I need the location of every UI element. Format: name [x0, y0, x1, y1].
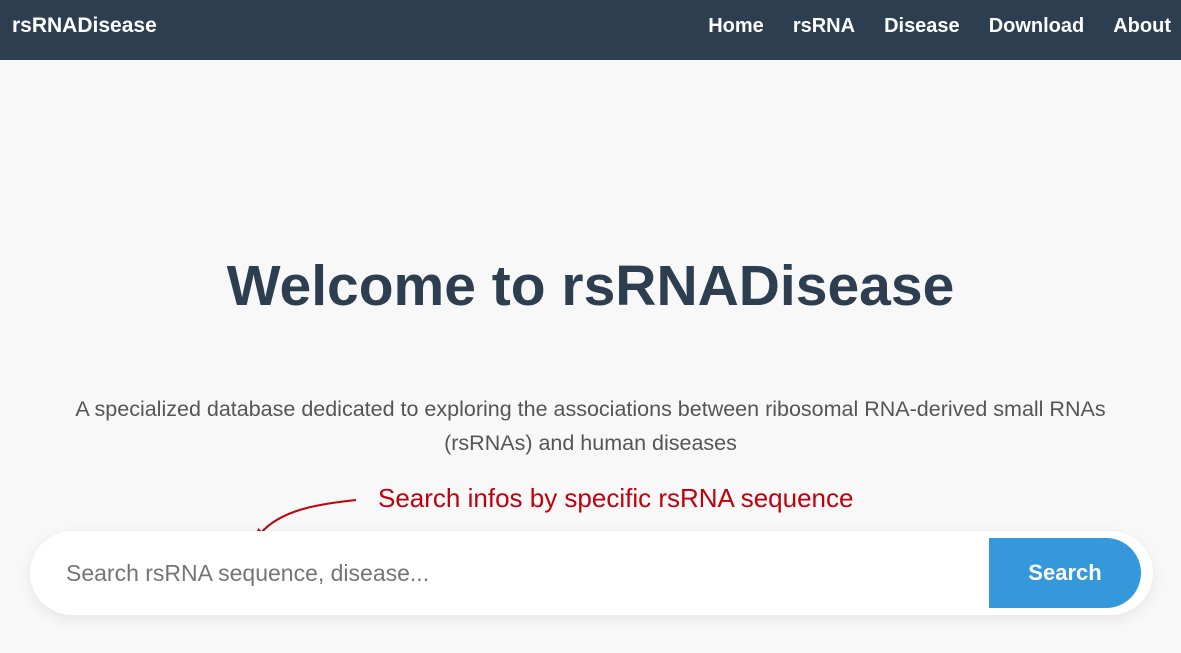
annotation-label: Search infos by specific rsRNA sequence — [378, 483, 854, 513]
search-bar: Search — [30, 531, 1153, 615]
search-input[interactable] — [50, 541, 980, 605]
nav-links: Home rsRNA Disease Download About — [708, 14, 1171, 38]
search-button[interactable]: Search — [989, 538, 1141, 608]
page-title: Welcome to rsRNADisease — [226, 254, 955, 318]
top-navbar: rsRNADisease Home rsRNA Disease Download… — [0, 0, 1181, 60]
nav-link-download[interactable]: Download — [989, 14, 1085, 38]
nav-link-home[interactable]: Home — [708, 14, 764, 38]
nav-link-disease[interactable]: Disease — [884, 14, 960, 38]
nav-link-rsrna[interactable]: rsRNA — [793, 14, 855, 38]
page-subtitle: A specialized database dedicated to expl… — [75, 397, 1106, 455]
nav-link-about[interactable]: About — [1113, 14, 1171, 38]
brand-logo-link[interactable]: rsRNADisease — [12, 14, 157, 38]
